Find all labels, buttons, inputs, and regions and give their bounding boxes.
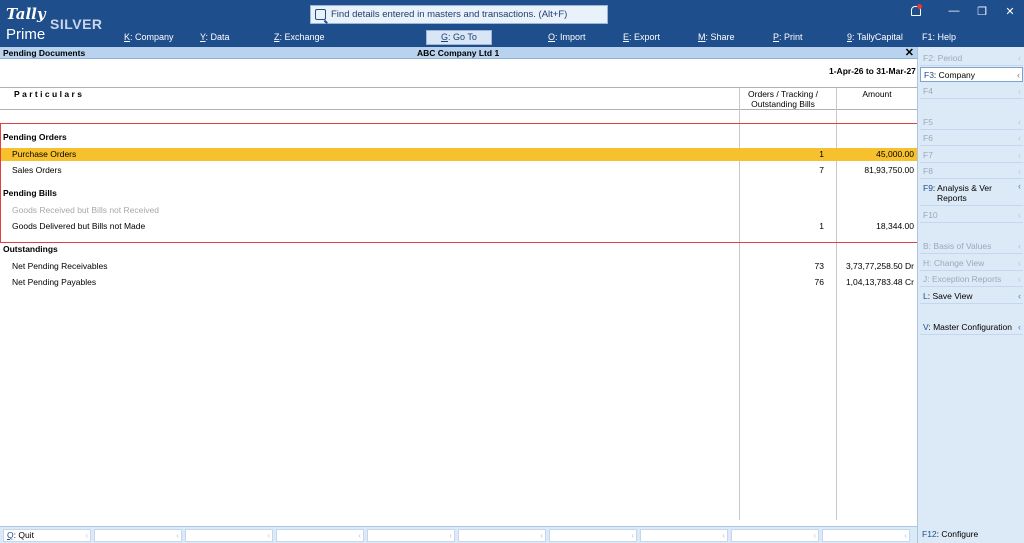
- quit-button[interactable]: Q: Quit ‹: [3, 529, 91, 542]
- menu-share[interactable]: M: Share: [698, 32, 735, 42]
- highlight-annotation-box: [0, 123, 924, 243]
- bottom-slot-7[interactable]: ‹: [549, 529, 637, 542]
- group-row-outstandings[interactable]: Outstandings: [0, 243, 917, 256]
- restore-icon[interactable]: ❐: [968, 5, 996, 18]
- window-controls: — ❐ ✕: [908, 4, 1024, 18]
- notification-bell-icon[interactable]: [908, 4, 922, 18]
- column-header-particulars: Particulars: [14, 89, 85, 99]
- button-panel: F2: Period ‹ F3: Company ‹ F4 ‹ F5 ‹ F6 ‹ F7 ‹…: [917, 47, 1024, 543]
- table-row-net-payables[interactable]: Net Pending Payables 76 1,04,13,783.48 C…: [0, 276, 917, 289]
- f6-button[interactable]: F6 ‹: [920, 131, 1023, 146]
- change-view-button[interactable]: H: Change View ‹: [920, 256, 1023, 271]
- bottom-slot-6[interactable]: ‹: [458, 529, 546, 542]
- table-row-net-receivables[interactable]: Net Pending Receivables 73 3,73,77,258.5…: [0, 260, 917, 273]
- menu-company[interactable]: K: Company: [124, 32, 174, 42]
- menu-data[interactable]: Y: Data: [200, 32, 230, 42]
- search-icon: [315, 9, 326, 20]
- f5-button[interactable]: F5 ‹: [920, 115, 1023, 130]
- bottom-slot-8[interactable]: ‹: [640, 529, 728, 542]
- f7-button[interactable]: F7 ‹: [920, 148, 1023, 163]
- bottom-slot-5[interactable]: ‹: [367, 529, 455, 542]
- report-title: Pending Documents: [3, 48, 86, 58]
- title-bar: Tally SILVER Prime Find details entered …: [0, 0, 1024, 47]
- menu-help[interactable]: F1: Help: [922, 32, 956, 42]
- search-placeholder: Find details entered in masters and tran…: [331, 9, 568, 20]
- f10-button[interactable]: F10 ‹: [920, 208, 1023, 223]
- column-header-orders: Orders / Tracking / Outstanding Bills: [748, 89, 818, 109]
- save-view-button[interactable]: L: Save View ‹: [920, 289, 1023, 304]
- menu-print[interactable]: P: Print: [773, 32, 803, 42]
- menu-exchange[interactable]: Z: Exchange: [274, 32, 325, 42]
- f12-configure-button[interactable]: F12: Configure: [919, 528, 1022, 542]
- report-period: 1-Apr-26 to 31-Mar-27: [829, 66, 916, 76]
- menu-bar: K: Company Y: Data Z: Exchange G: Go To …: [0, 30, 1024, 46]
- bottom-slot-2[interactable]: ‹: [94, 529, 182, 542]
- exception-reports-button[interactable]: J: Exception Reports ‹: [920, 272, 1023, 287]
- menu-export[interactable]: E: Export: [623, 32, 660, 42]
- bottom-slot-10[interactable]: ‹: [822, 529, 910, 542]
- bottom-slot-9[interactable]: ‹: [731, 529, 819, 542]
- basis-of-values-button[interactable]: B: Basis of Values ‹: [920, 239, 1023, 254]
- company-name: ABC Company Ltd 1: [417, 48, 500, 58]
- f4-button[interactable]: F4 ‹: [920, 84, 1023, 99]
- f2-period-button[interactable]: F2: Period ‹: [920, 51, 1023, 66]
- master-configuration-button[interactable]: V: Master Configuration ‹: [920, 320, 1023, 335]
- menu-import[interactable]: O: Import: [548, 32, 586, 42]
- header-divider-top: [0, 87, 917, 88]
- close-report-icon[interactable]: ✕: [905, 46, 914, 59]
- search-bar[interactable]: Find details entered in masters and tran…: [310, 5, 608, 24]
- f9-analysis-reports-button[interactable]: F9: Analysis & Ver ‹ Reports: [920, 181, 1023, 206]
- f8-button[interactable]: F8 ‹: [920, 164, 1023, 179]
- bottom-slot-3[interactable]: ‹: [185, 529, 273, 542]
- close-window-icon[interactable]: ✕: [996, 5, 1024, 18]
- report-header-bar: Pending Documents ABC Company Ltd 1 ✕: [0, 47, 917, 59]
- minimize-icon[interactable]: —: [940, 5, 968, 17]
- bottom-slot-4[interactable]: ‹: [276, 529, 364, 542]
- header-divider-bottom: [0, 109, 917, 110]
- f3-company-button[interactable]: F3: Company ‹: [920, 67, 1023, 82]
- menu-tallycapital[interactable]: 9: TallyCapital: [847, 32, 903, 42]
- logo-brand: Tally: [6, 5, 46, 23]
- column-header-amount: Amount: [862, 89, 892, 99]
- bottom-button-bar: Q: Quit ‹ ‹ ‹ ‹ ‹ ‹ ‹ ‹ ‹ ‹: [0, 526, 917, 543]
- menu-goto[interactable]: G: Go To: [426, 30, 492, 45]
